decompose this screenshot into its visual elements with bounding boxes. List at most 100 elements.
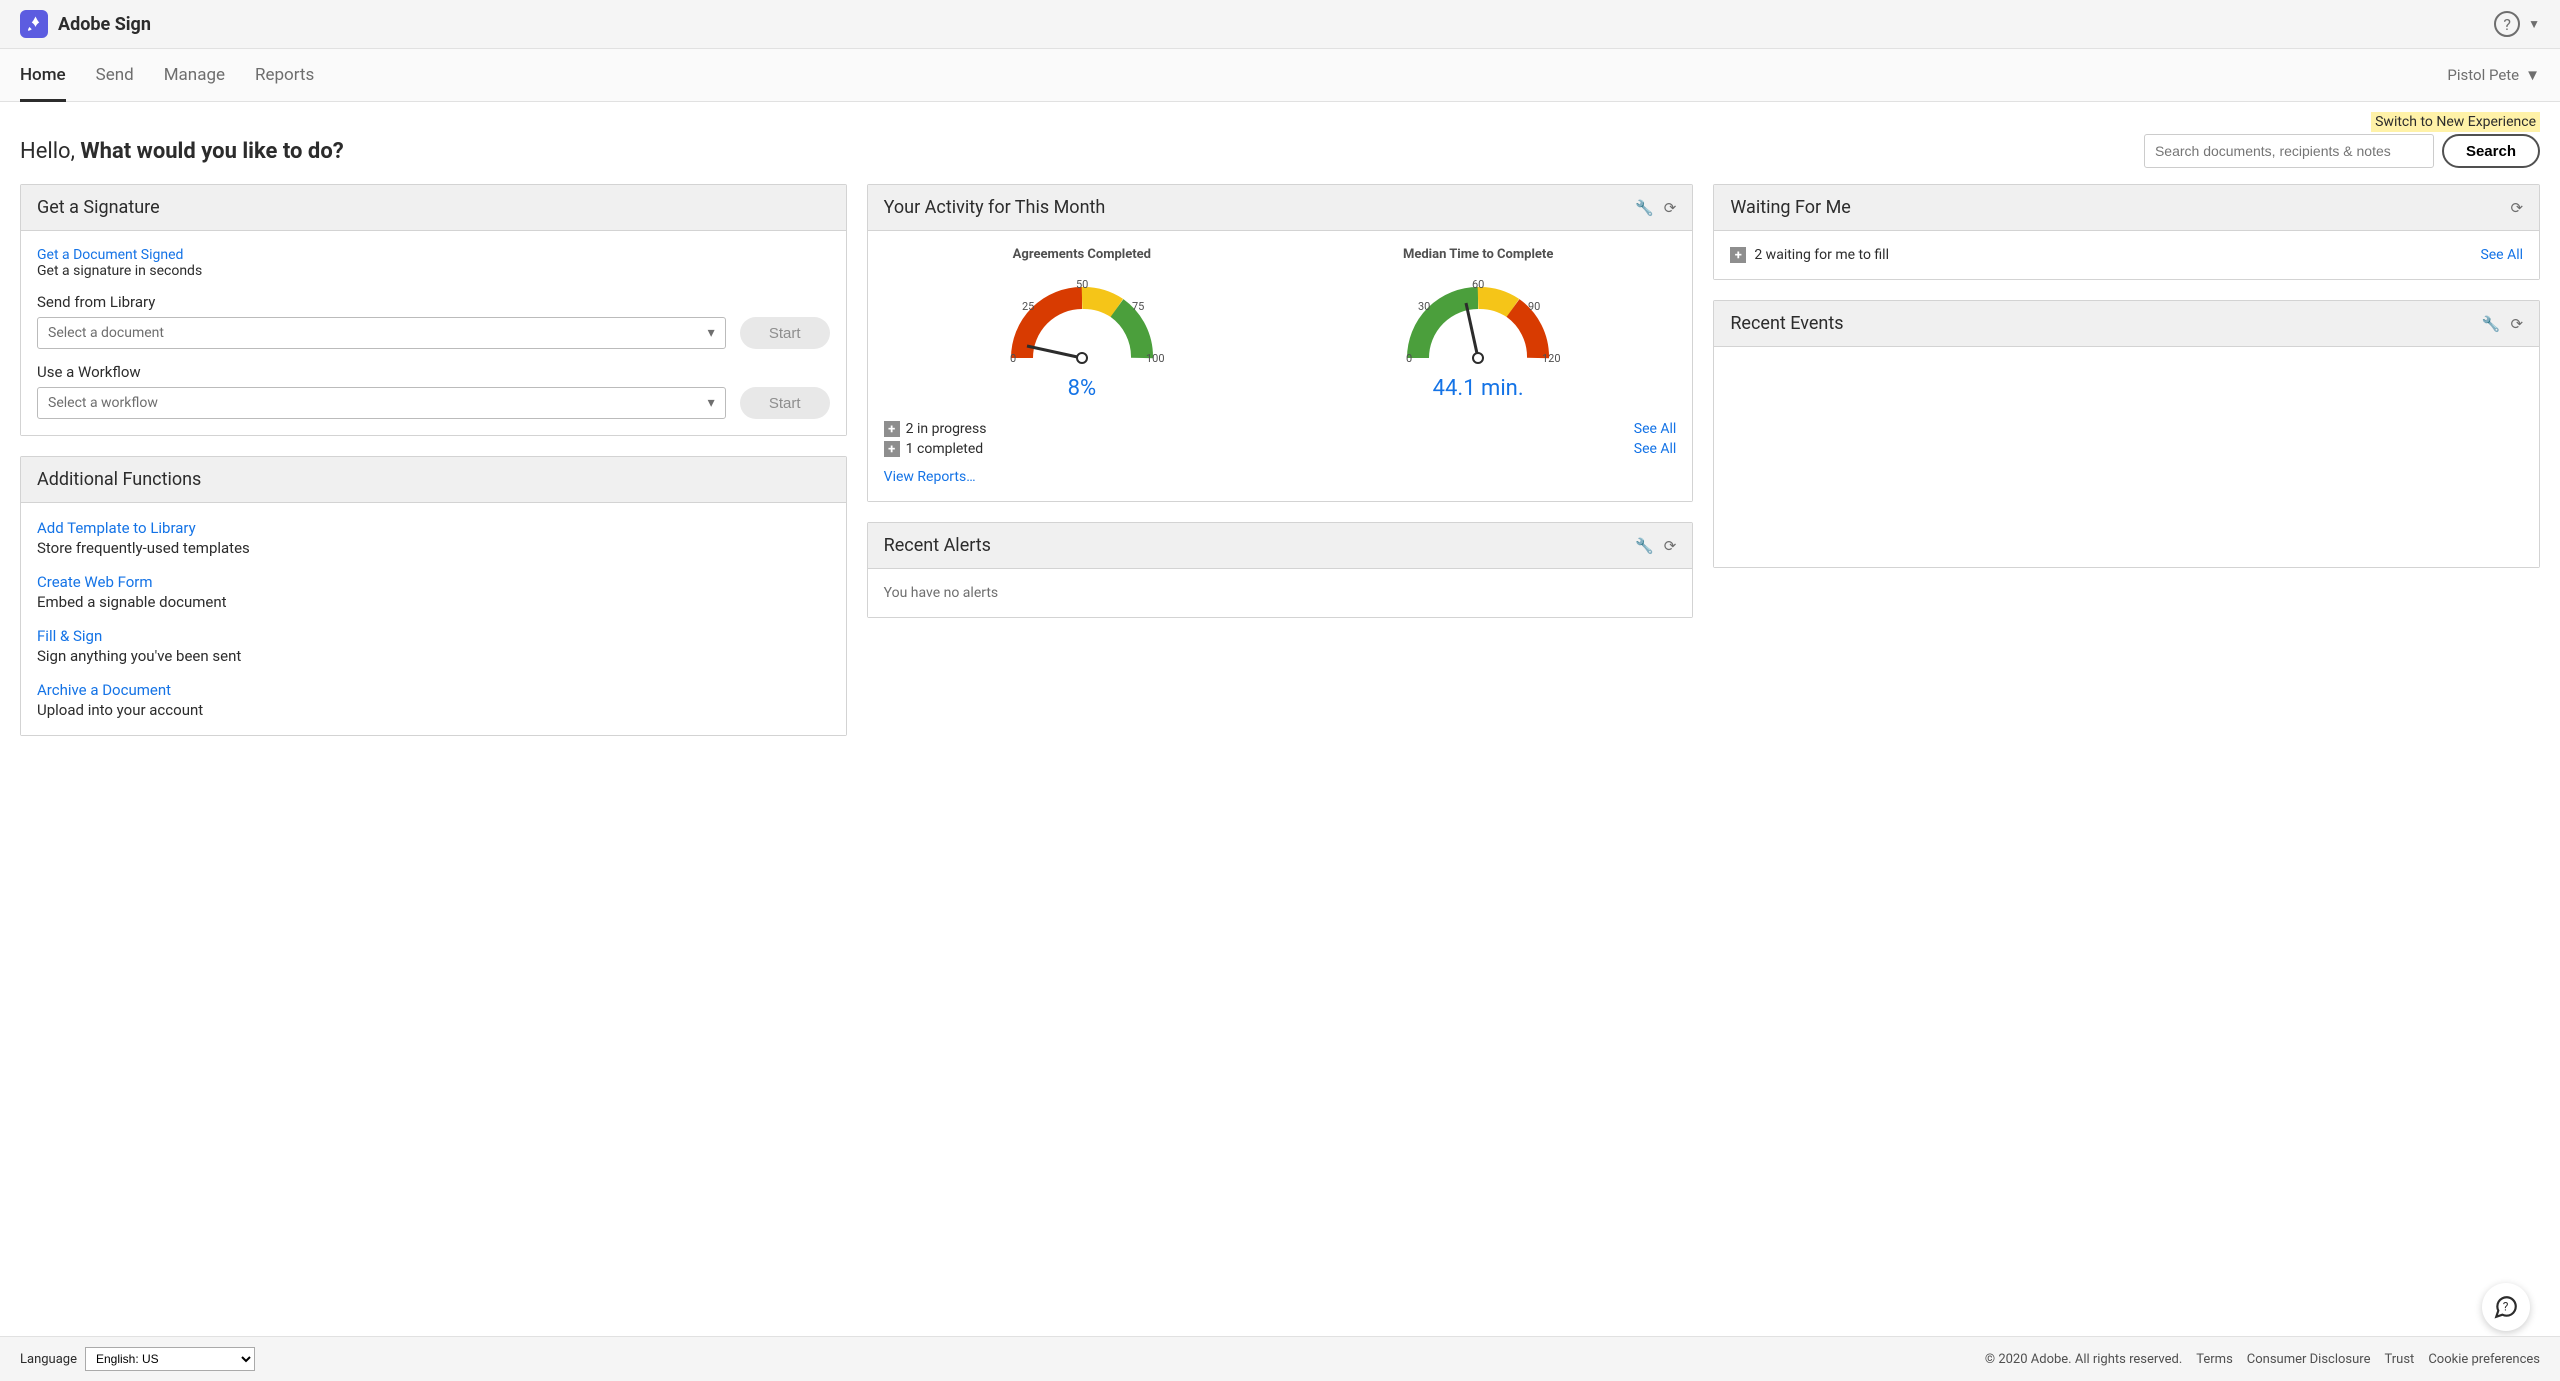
svg-text:90: 90 bbox=[1528, 300, 1540, 313]
copyright: © 2020 Adobe. All rights reserved. bbox=[1985, 1352, 2182, 1367]
activity-progress-text: 2 in progress bbox=[906, 421, 987, 437]
floating-help-button[interactable]: ? bbox=[2482, 1283, 2530, 1331]
switch-experience-link[interactable]: Switch to New Experience bbox=[2371, 112, 2540, 132]
panel-alerts-body: You have no alerts bbox=[868, 569, 1693, 617]
gauges: Agreements Completed 0 25 50 75 bbox=[884, 247, 1677, 401]
panel-waiting-tools: ⟳ bbox=[2510, 199, 2523, 217]
wrench-icon[interactable]: 🔧 bbox=[1635, 537, 1654, 555]
panel-signature-body: Get a Document Signed Get a signature in… bbox=[21, 231, 846, 435]
brand: Adobe Sign bbox=[20, 10, 151, 38]
panel-signature-title: Get a Signature bbox=[37, 197, 160, 218]
gauge-agreements-value: 8% bbox=[992, 376, 1172, 401]
panel-events-tools: 🔧 ⟳ bbox=[2482, 315, 2523, 333]
gauge-agreements-title: Agreements Completed bbox=[992, 247, 1172, 262]
panel-additional-body: Add Template to Library Store frequently… bbox=[21, 503, 846, 735]
plus-icon[interactable]: + bbox=[1730, 247, 1746, 263]
waiting-see-all-link[interactable]: See All bbox=[2480, 247, 2523, 263]
select-document-row: Select a document ▾ Start bbox=[37, 317, 830, 349]
func-add-template: Add Template to Library Store frequently… bbox=[37, 519, 830, 557]
col-left: Get a Signature Get a Document Signed Ge… bbox=[20, 184, 847, 736]
see-all-progress-link[interactable]: See All bbox=[1634, 421, 1677, 437]
refresh-icon[interactable]: ⟳ bbox=[1664, 537, 1677, 555]
select-workflow[interactable]: Select a workflow ▾ bbox=[37, 387, 726, 419]
start-document-button[interactable]: Start bbox=[740, 317, 830, 349]
select-document[interactable]: Select a document ▾ bbox=[37, 317, 726, 349]
main: Switch to New Experience Hello, What wou… bbox=[0, 102, 2560, 816]
create-webform-link[interactable]: Create Web Form bbox=[37, 573, 830, 591]
panel-events-body bbox=[1714, 347, 2539, 567]
get-document-signed-link[interactable]: Get a Document Signed bbox=[37, 247, 830, 263]
refresh-icon[interactable]: ⟳ bbox=[1664, 199, 1677, 217]
greeting-row: Hello, What would you like to do? Search bbox=[20, 134, 2540, 168]
waiting-text: 2 waiting for me to fill bbox=[1754, 247, 1889, 263]
nav-tab-send[interactable]: Send bbox=[96, 49, 134, 101]
use-workflow-label: Use a Workflow bbox=[37, 363, 830, 381]
greeting-bold: What would you like to do? bbox=[80, 139, 343, 164]
svg-text:30: 30 bbox=[1418, 300, 1430, 313]
get-document-signed-desc: Get a signature in seconds bbox=[37, 263, 830, 279]
panel-activity-header: Your Activity for This Month 🔧 ⟳ bbox=[868, 185, 1693, 231]
gauge-median: Median Time to Complete 0 30 60 90 bbox=[1388, 247, 1568, 401]
refresh-icon[interactable]: ⟳ bbox=[2510, 199, 2523, 217]
plus-icon[interactable]: + bbox=[884, 441, 900, 457]
panel-activity: Your Activity for This Month 🔧 ⟳ Agreeme… bbox=[867, 184, 1694, 502]
language-select[interactable]: English: US bbox=[85, 1347, 255, 1371]
panel-activity-tools: 🔧 ⟳ bbox=[1635, 199, 1676, 217]
panel-events-header: Recent Events 🔧 ⟳ bbox=[1714, 301, 2539, 347]
nav-tab-manage[interactable]: Manage bbox=[164, 49, 225, 101]
col-right: Waiting For Me ⟳ + 2 waiting for me to f… bbox=[1713, 184, 2540, 568]
chevron-down-icon: ▾ bbox=[708, 325, 715, 341]
topbar: Adobe Sign ? ▼ bbox=[0, 0, 2560, 49]
see-all-completed-link[interactable]: See All bbox=[1634, 441, 1677, 457]
add-template-desc: Store frequently-used templates bbox=[37, 539, 830, 557]
add-template-link[interactable]: Add Template to Library bbox=[37, 519, 830, 537]
nav-tab-home[interactable]: Home bbox=[20, 49, 66, 101]
wrench-icon[interactable]: 🔧 bbox=[1635, 199, 1654, 217]
search-group: Search bbox=[2144, 134, 2540, 168]
search-button[interactable]: Search bbox=[2442, 134, 2540, 168]
panel-additional-title: Additional Functions bbox=[37, 469, 201, 490]
fill-sign-link[interactable]: Fill & Sign bbox=[37, 627, 830, 645]
footer-right: © 2020 Adobe. All rights reserved. Terms… bbox=[1985, 1352, 2540, 1367]
footer-trust-link[interactable]: Trust bbox=[2385, 1352, 2415, 1367]
user-name: Pistol Pete bbox=[2447, 66, 2519, 84]
view-reports-link[interactable]: View Reports… bbox=[884, 469, 1677, 485]
footer-terms-link[interactable]: Terms bbox=[2196, 1352, 2233, 1367]
panel-alerts-title: Recent Alerts bbox=[884, 535, 991, 556]
start-workflow-button[interactable]: Start bbox=[740, 387, 830, 419]
chevron-down-icon: ▼ bbox=[2525, 66, 2540, 84]
panel-waiting-body: + 2 waiting for me to fill See All bbox=[1714, 231, 2539, 279]
panel-additional: Additional Functions Add Template to Lib… bbox=[20, 456, 847, 736]
help-icon[interactable]: ? bbox=[2494, 11, 2520, 37]
footer-cookie-link[interactable]: Cookie preferences bbox=[2428, 1352, 2540, 1367]
svg-text:0: 0 bbox=[1406, 352, 1412, 365]
alerts-empty-text: You have no alerts bbox=[884, 585, 998, 601]
search-input[interactable] bbox=[2144, 134, 2434, 168]
activity-completed: + 1 completed bbox=[884, 441, 987, 457]
panel-events-title: Recent Events bbox=[1730, 313, 1843, 334]
footer-disclosure-link[interactable]: Consumer Disclosure bbox=[2247, 1352, 2371, 1367]
select-document-value: Select a document bbox=[48, 325, 164, 341]
col-mid: Your Activity for This Month 🔧 ⟳ Agreeme… bbox=[867, 184, 1694, 618]
wrench-icon[interactable]: 🔧 bbox=[2482, 315, 2501, 333]
activity-left: + 2 in progress + 1 completed bbox=[884, 421, 987, 457]
nav-tab-reports[interactable]: Reports bbox=[255, 49, 314, 101]
refresh-icon[interactable]: ⟳ bbox=[2510, 315, 2523, 333]
func-archive: Archive a Document Upload into your acco… bbox=[37, 681, 830, 719]
select-workflow-row: Select a workflow ▾ Start bbox=[37, 387, 830, 419]
plus-icon[interactable]: + bbox=[884, 421, 900, 437]
archive-link[interactable]: Archive a Document bbox=[37, 681, 830, 699]
svg-text:50: 50 bbox=[1076, 278, 1088, 291]
send-from-library-label: Send from Library bbox=[37, 293, 830, 311]
topbar-caret-icon[interactable]: ▼ bbox=[2528, 17, 2540, 31]
chevron-down-icon: ▾ bbox=[708, 395, 715, 411]
panel-waiting-title: Waiting For Me bbox=[1730, 197, 1850, 218]
gauge-median-chart: 0 30 60 90 120 bbox=[1388, 268, 1568, 368]
func-fill-sign: Fill & Sign Sign anything you've been se… bbox=[37, 627, 830, 665]
waiting-row: + 2 waiting for me to fill See All bbox=[1730, 247, 2523, 263]
nav-tabs: Home Send Manage Reports bbox=[20, 49, 314, 101]
func-create-webform: Create Web Form Embed a signable documen… bbox=[37, 573, 830, 611]
user-menu[interactable]: Pistol Pete ▼ bbox=[2447, 66, 2540, 84]
panel-alerts-tools: 🔧 ⟳ bbox=[1635, 537, 1676, 555]
navbar: Home Send Manage Reports Pistol Pete ▼ bbox=[0, 49, 2560, 102]
